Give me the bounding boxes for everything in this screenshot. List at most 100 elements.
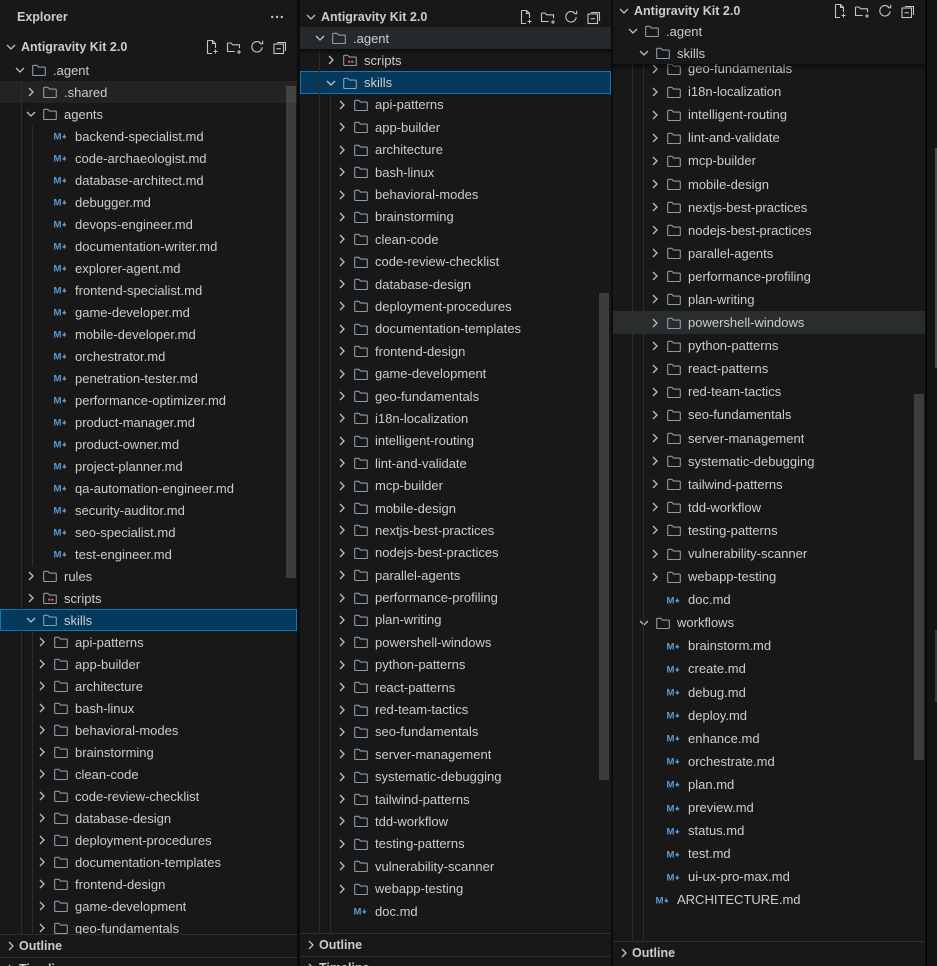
new-folder-icon[interactable] [854,3,870,19]
tree-item-vulnerability-scanner[interactable]: vulnerability-scanner [300,855,611,877]
tree-item-architecture[interactable]: architecture [0,675,297,697]
chevron-right-icon[interactable] [334,567,350,583]
tree-item-code-review-checklist[interactable]: code-review-checklist [0,785,297,807]
chevron-right-icon[interactable] [647,176,663,192]
tree-item-skills[interactable]: skills [0,609,297,631]
chevron-right-icon[interactable] [647,222,663,238]
tree-item-bash-linux[interactable]: bash-linux [300,161,611,183]
tree-item-nodejs-best-practices[interactable]: nodejs-best-practices [300,542,611,564]
tree-item-.agent[interactable]: .agent [0,59,297,81]
tree-item-server-management[interactable]: server-management [613,427,925,450]
tree-item-api-patterns[interactable]: api-patterns [0,631,297,653]
tree-item-powershell-windows[interactable]: powershell-windows [613,311,925,335]
new-folder-icon[interactable] [226,39,242,55]
chevron-right-icon[interactable] [334,321,350,337]
chevron-right-icon[interactable] [334,478,350,494]
chevron-right-icon[interactable] [334,657,350,673]
chevron-right-icon[interactable] [647,153,663,169]
tree-item-intelligent-routing[interactable]: intelligent-routing [613,103,925,126]
section-timeline[interactable]: Timeline [0,957,297,966]
scrollbar-thumb[interactable] [286,86,296,578]
tree-item-ui-ux-pro-max.md[interactable]: Mui-ux-pro-max.md [613,865,925,888]
tree-item-lint-and-validate[interactable]: lint-and-validate [300,452,611,474]
tree-item-documentation-templates[interactable]: documentation-templates [300,318,611,340]
chevron-right-icon[interactable] [647,291,663,307]
tree-item-i18n-localization[interactable]: i18n-localization [300,407,611,429]
chevron-right-icon[interactable] [34,744,50,760]
chevron-right-icon[interactable] [647,430,663,446]
tree-item-deploy.md[interactable]: Mdeploy.md [613,704,925,727]
chevron-right-icon[interactable] [334,298,350,314]
tree-item-tailwind-patterns[interactable]: tailwind-patterns [613,473,925,496]
chevron-right-icon[interactable] [334,97,350,113]
chevron-right-icon[interactable] [647,569,663,585]
more-actions-icon[interactable] [269,9,285,25]
tree-item-security-auditor.md[interactable]: Msecurity-auditor.md [0,499,297,521]
chevron-right-icon[interactable] [334,545,350,561]
tree-item-clean-code[interactable]: clean-code [300,228,611,250]
chevron-right-icon[interactable] [647,268,663,284]
chevron-right-icon[interactable] [34,634,50,650]
tree-item-mobile-design[interactable]: mobile-design [300,497,611,519]
tree-item-code-archaeologist.md[interactable]: Mcode-archaeologist.md [0,147,297,169]
tree-item-app-builder[interactable]: app-builder [0,653,297,675]
tree-item-react-patterns[interactable]: react-patterns [300,676,611,698]
tree-item-doc.md[interactable]: Mdoc.md [613,588,925,611]
chevron-right-icon[interactable] [323,52,339,68]
tree-item-devops-engineer.md[interactable]: Mdevops-engineer.md [0,213,297,235]
tree-item-nextjs-best-practices[interactable]: nextjs-best-practices [613,196,925,219]
section-outline[interactable]: Outline [300,933,611,956]
tree-item-performance-profiling[interactable]: performance-profiling [300,586,611,608]
chevron-right-icon[interactable] [334,231,350,247]
chevron-right-icon[interactable] [334,522,350,538]
chevron-right-icon[interactable] [647,407,663,423]
chevron-right-icon[interactable] [334,433,350,449]
chevron-right-icon[interactable] [647,245,663,261]
tree-item-plan-writing[interactable]: plan-writing [613,288,925,311]
chevron-right-icon[interactable] [647,499,663,515]
collapse-all-icon[interactable] [900,3,916,19]
tree-item-create.md[interactable]: Mcreate.md [613,657,925,680]
scrollbar-thumb[interactable] [599,293,609,780]
chevron-right-icon[interactable] [334,119,350,135]
chevron-right-icon[interactable] [3,961,19,966]
tree-item-agents[interactable]: agents [0,103,297,125]
chevron-right-icon[interactable] [34,722,50,738]
tree-item-game-development[interactable]: game-development [0,895,297,917]
chevron-right-icon[interactable] [23,590,39,606]
tree-item-systematic-debugging[interactable]: systematic-debugging [300,766,611,788]
chevron-right-icon[interactable] [303,937,319,953]
tree-item-vulnerability-scanner[interactable]: vulnerability-scanner [613,542,925,565]
tree-item-seo-fundamentals[interactable]: seo-fundamentals [613,403,925,426]
tree-item-documentation-templates[interactable]: documentation-templates [0,851,297,873]
new-folder-icon[interactable] [540,9,556,25]
tree-item-orchestrate.md[interactable]: Morchestrate.md [613,750,925,773]
section-header[interactable]: Antigravity Kit 2.0 [300,0,611,28]
tree-item-behavioral-modes[interactable]: behavioral-modes [0,719,297,741]
chevron-down-icon[interactable] [23,612,39,628]
chevron-right-icon[interactable] [23,568,39,584]
new-file-icon[interactable] [517,9,533,25]
tree-item-preview.md[interactable]: Mpreview.md [613,796,925,819]
chevron-right-icon[interactable] [647,315,663,331]
tree-item-webapp-testing[interactable]: webapp-testing [613,565,925,588]
tree-item-doc.md[interactable]: Mdoc.md [300,900,611,922]
chevron-down-icon[interactable] [616,3,632,19]
chevron-right-icon[interactable] [34,810,50,826]
chevron-right-icon[interactable] [334,769,350,785]
tree-item-seo-fundamentals[interactable]: seo-fundamentals [300,721,611,743]
chevron-down-icon[interactable] [3,39,19,55]
chevron-right-icon[interactable] [647,130,663,146]
tree-item-python-patterns[interactable]: python-patterns [613,334,925,357]
tree-item-explorer-agent.md[interactable]: Mexplorer-agent.md [0,257,297,279]
tree-item-mobile-developer.md[interactable]: Mmobile-developer.md [0,323,297,345]
chevron-down-icon[interactable] [303,9,319,25]
tree-item-enhance.md[interactable]: Menhance.md [613,727,925,750]
chevron-right-icon[interactable] [334,276,350,292]
tree-item-orchestrator.md[interactable]: Morchestrator.md [0,345,297,367]
tree-item-penetration-tester.md[interactable]: Mpenetration-tester.md [0,367,297,389]
chevron-right-icon[interactable] [647,476,663,492]
chevron-right-icon[interactable] [3,938,19,954]
tree-item-tailwind-patterns[interactable]: tailwind-patterns [300,788,611,810]
tree-item-status.md[interactable]: Mstatus.md [613,819,925,842]
